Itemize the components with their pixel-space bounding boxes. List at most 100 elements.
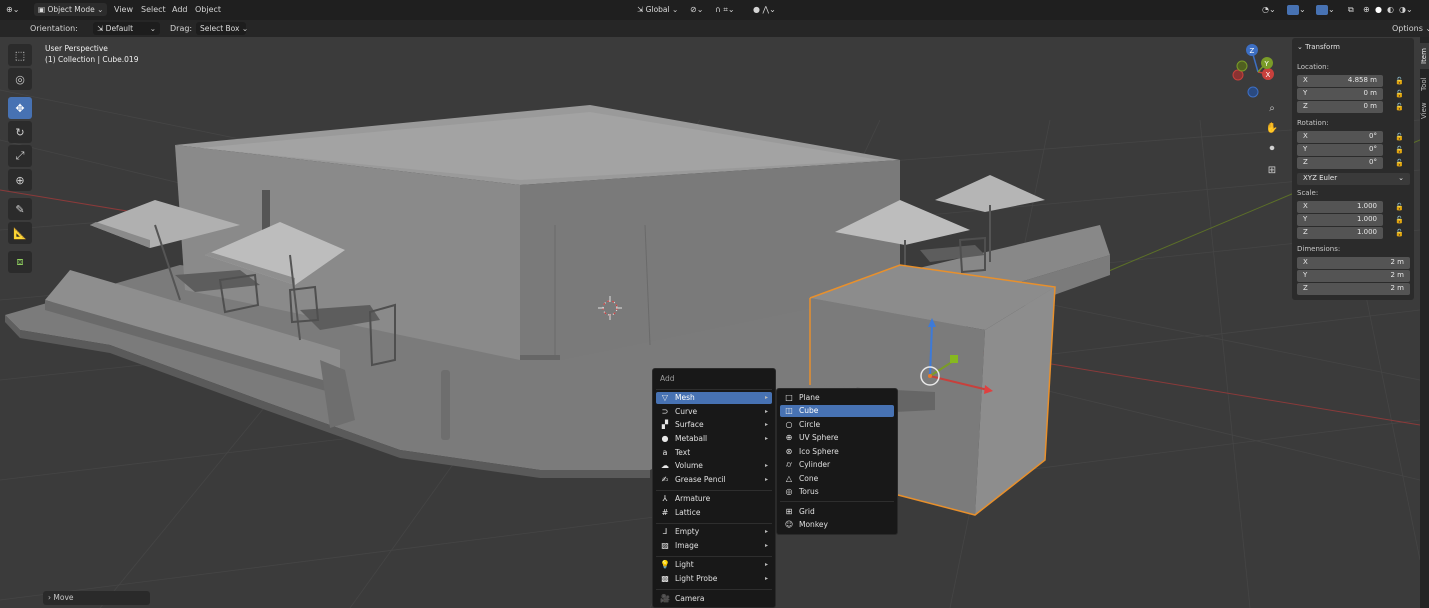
last-operator-panel[interactable]: › Move [43, 591, 150, 605]
rotate-icon[interactable]: ↻ [8, 121, 32, 143]
add-menu-item-camera[interactable]: 🎥 Camera [656, 593, 772, 605]
add-menu-item-curve[interactable]: ⊃ Curve ▸ [656, 406, 772, 418]
tab-tool[interactable]: Tool [1420, 73, 1429, 95]
lock-icon[interactable]: 🔓 [1395, 77, 1404, 85]
orientation-dropdown[interactable]: ⇲ Default ⌄ [93, 22, 160, 35]
measure-icon[interactable]: 📐 [8, 222, 32, 244]
options-dropdown[interactable]: Options ⌄ [1392, 22, 1429, 36]
select-box-icon[interactable]: ⬚ [8, 44, 32, 66]
editor-type-icon[interactable]: ⊕⌄ [6, 3, 19, 17]
add-menu-item-volume[interactable]: ☁ Volume ▸ [656, 460, 772, 472]
add-menu-item-grease-pencil[interactable]: ✍ Grease Pencil ▸ [656, 474, 772, 486]
transform-header[interactable]: ⌄ Transform [1297, 43, 1340, 51]
location-z-field[interactable]: Z0 m [1297, 101, 1383, 113]
rotation-z-field[interactable]: Z 0° [1297, 157, 1383, 169]
plane-icon: □ [785, 393, 793, 402]
mesh-item-uv-sphere[interactable]: ⊕ UV Sphere [780, 432, 894, 444]
xray-icon[interactable]: ⧉ [1348, 3, 1354, 17]
dimensions-z-field[interactable]: Z2 m [1297, 283, 1410, 295]
mesh-item-circle[interactable]: ○ Circle [780, 419, 894, 431]
add-menu-item-light[interactable]: 💡 Light ▸ [656, 559, 772, 571]
scale-x-field[interactable]: X 1.000 [1297, 201, 1383, 213]
svg-text:Z: Z [1250, 47, 1255, 55]
mesh-icon: ▽ [661, 393, 669, 402]
submenu-arrow-icon: ▸ [764, 542, 768, 549]
move-icon[interactable]: ✥ [8, 97, 32, 119]
add-menu-item-armature[interactable]: ⅄ Armature [656, 493, 772, 505]
location-y-field[interactable]: Y0 m [1297, 88, 1383, 100]
pan-hand-icon[interactable]: ✋ [1264, 120, 1280, 136]
orientation-icon: ⇲ [97, 24, 106, 33]
lock-icon[interactable]: 🔓 [1395, 229, 1404, 237]
camera-view-icon[interactable]: ⏺ [1264, 140, 1280, 156]
mesh-item-cone[interactable]: △ Cone [780, 473, 894, 485]
overlay-toggle-icon[interactable]: ⌄ [1316, 3, 1335, 17]
cursor-icon[interactable]: ◎ [8, 68, 32, 90]
grease-pencil-icon: ✍ [661, 475, 669, 484]
mesh-item-cylinder[interactable]: ⌭ Cylinder [780, 459, 894, 471]
rotation-y-field[interactable]: Y 0° [1297, 144, 1383, 156]
lock-icon[interactable]: 🔓 [1395, 159, 1404, 167]
shading-wireframe-icon[interactable]: ⊕ [1363, 3, 1370, 17]
volume-icon: ☁ [661, 461, 669, 470]
rotation-mode-dropdown[interactable]: XYZ Euler ⌄ [1297, 173, 1410, 185]
shading-rendered-icon[interactable]: ◑⌄ [1399, 3, 1413, 17]
rotation-x-field[interactable]: X 0° [1297, 131, 1383, 143]
view-name: User Perspective [45, 44, 108, 53]
lock-icon[interactable]: 🔓 [1395, 103, 1404, 111]
menu-view[interactable]: View [114, 3, 133, 17]
lock-icon[interactable]: 🔓 [1395, 203, 1404, 211]
submenu-arrow-icon: ▸ [764, 435, 768, 442]
submenu-arrow-icon: ▸ [764, 476, 768, 483]
add-menu-item-lattice[interactable]: # Lattice [656, 507, 772, 519]
perspective-toggle-icon[interactable]: ⊞ [1264, 162, 1280, 178]
image-icon: ▨ [661, 541, 669, 550]
mesh-item-cube[interactable]: ◫ Cube [780, 405, 894, 417]
drag-dropdown[interactable]: Select Box ⌄ [196, 22, 248, 35]
transform-orientation-dropdown[interactable]: ⇲ Global ⌄ [633, 3, 682, 16]
add-menu-item-light-probe[interactable]: ▩ Light Probe ▸ [656, 573, 772, 585]
lock-icon[interactable]: 🔓 [1395, 216, 1404, 224]
mesh-item-ico-sphere[interactable]: ⊛ Ico Sphere [780, 446, 894, 458]
menu-object[interactable]: Object [195, 3, 221, 17]
mode-dropdown[interactable]: ▣ Object Mode ⌄ [34, 3, 108, 16]
lock-icon[interactable]: 🔓 [1395, 133, 1404, 141]
svg-text:Y: Y [1264, 60, 1270, 68]
add-menu-item-empty[interactable]: ⅃ Empty ▸ [656, 526, 772, 538]
scale-y-field[interactable]: Y 1.000 [1297, 214, 1383, 226]
pivot-icon[interactable]: ⊘⌄ [690, 3, 703, 17]
proportional-edit-icon[interactable]: ● ⋀⌄ [753, 3, 776, 17]
add-menu-item-surface[interactable]: ▞ Surface ▸ [656, 419, 772, 431]
add-menu-item-metaball[interactable]: ● Metaball ▸ [656, 433, 772, 445]
zoom-icon[interactable]: ⌕ [1264, 100, 1280, 116]
dimensions-x-field[interactable]: X2 m [1297, 257, 1410, 269]
tab-item[interactable]: Item [1420, 43, 1429, 69]
transform-icon[interactable]: ⊕ [8, 169, 32, 191]
mesh-item-grid[interactable]: ⊞ Grid [780, 506, 894, 518]
lock-icon[interactable]: 🔓 [1395, 146, 1404, 154]
dimensions-y-field[interactable]: Y2 m [1297, 270, 1410, 282]
snap-icon[interactable]: ∩ ⌗⌄ [715, 3, 735, 17]
monkey-icon: ☺ [784, 520, 794, 529]
menu-add[interactable]: Add [172, 3, 188, 17]
add-menu-item-text[interactable]: a Text [656, 447, 772, 459]
annotate-icon[interactable]: ✎ [8, 198, 32, 220]
lock-icon[interactable]: 🔓 [1395, 90, 1404, 98]
cube-icon: ◫ [785, 406, 793, 415]
add-menu-item-mesh[interactable]: ▽ Mesh ▸ [656, 392, 772, 404]
add-menu-item-image[interactable]: ▨ Image ▸ [656, 540, 772, 552]
visibility-icon[interactable]: ◔⌄ [1262, 3, 1276, 17]
shading-material-icon[interactable]: ◐ [1387, 3, 1394, 17]
scale-icon[interactable]: ⤢ [8, 145, 32, 167]
shading-solid-icon[interactable]: ● [1375, 3, 1382, 17]
add-cube-icon[interactable]: ⧈ [8, 251, 32, 273]
tab-view[interactable]: View [1420, 99, 1429, 123]
menu-select[interactable]: Select [141, 3, 166, 17]
mesh-item-monkey[interactable]: ☺ Monkey [780, 519, 894, 531]
mesh-item-plane[interactable]: □ Plane [780, 392, 894, 404]
submenu-arrow-icon: ▸ [764, 462, 768, 469]
mesh-item-torus[interactable]: ◎ Torus [780, 486, 894, 498]
gizmo-toggle-icon[interactable]: ⌄ [1287, 3, 1306, 17]
location-x-field[interactable]: X 4.858 m [1297, 75, 1383, 87]
scale-z-field[interactable]: Z 1.000 [1297, 227, 1383, 239]
